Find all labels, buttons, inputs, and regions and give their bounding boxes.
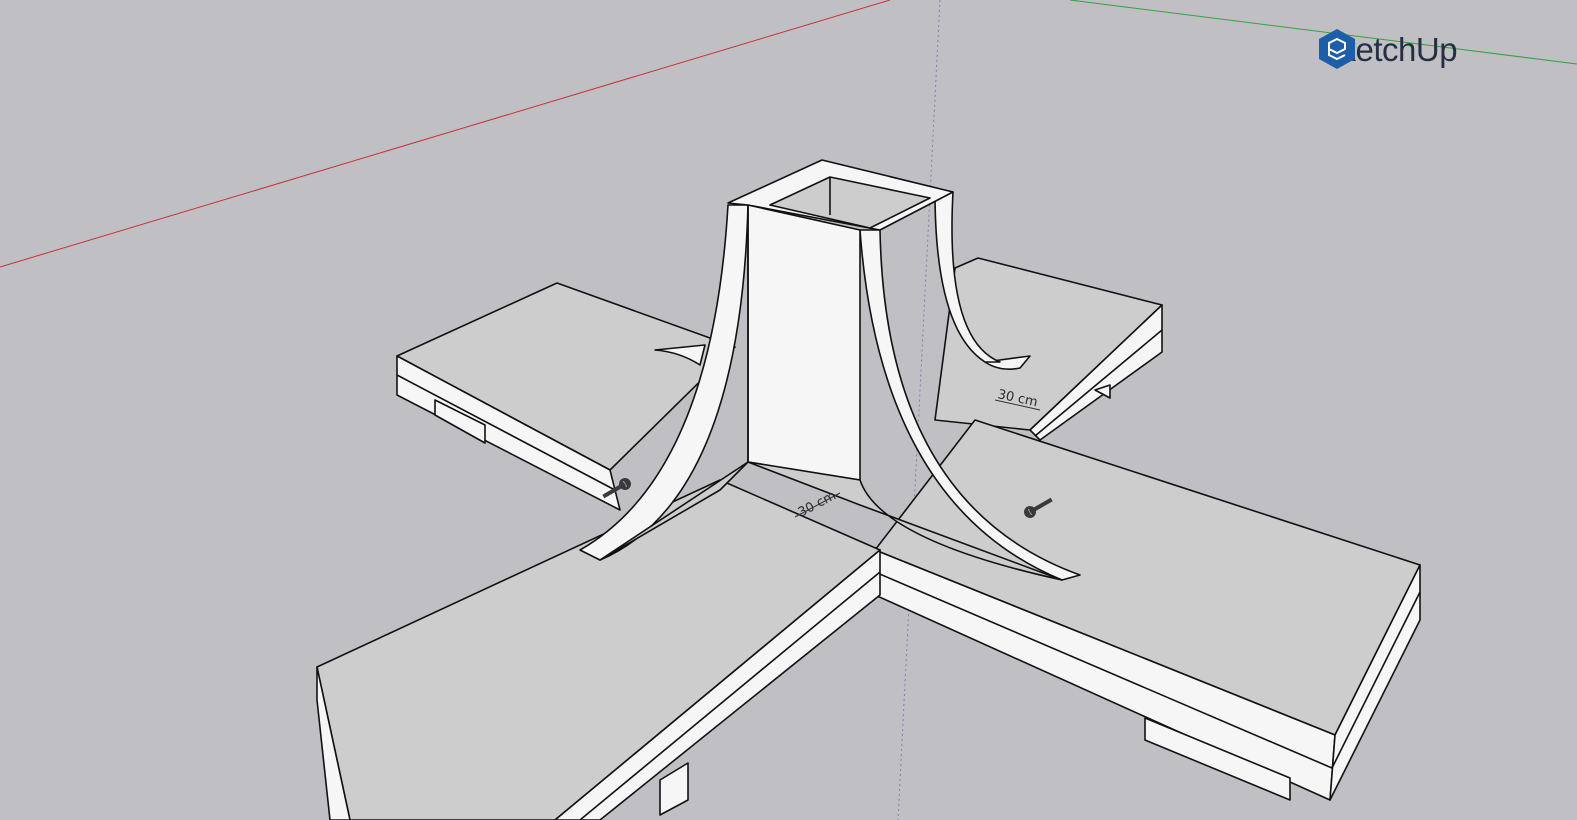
arm-front-left: [316, 479, 881, 820]
arm-back-right: [934, 257, 1163, 441]
model-canvas[interactable]: 30 cm 30 cm: [0, 0, 1577, 820]
sketchup-logo-icon: [1319, 29, 1355, 69]
modeling-viewport[interactable]: 30 cm 30 cm SketchUp: [0, 0, 1577, 820]
sketchup-brand: SketchUp: [1318, 28, 1458, 72]
arm-front-right: [874, 419, 1421, 801]
dimension-front: 30 cm: [794, 488, 841, 521]
tree-stand-model[interactable]: [316, 159, 1421, 820]
dimension-label: 30 cm: [796, 488, 839, 520]
